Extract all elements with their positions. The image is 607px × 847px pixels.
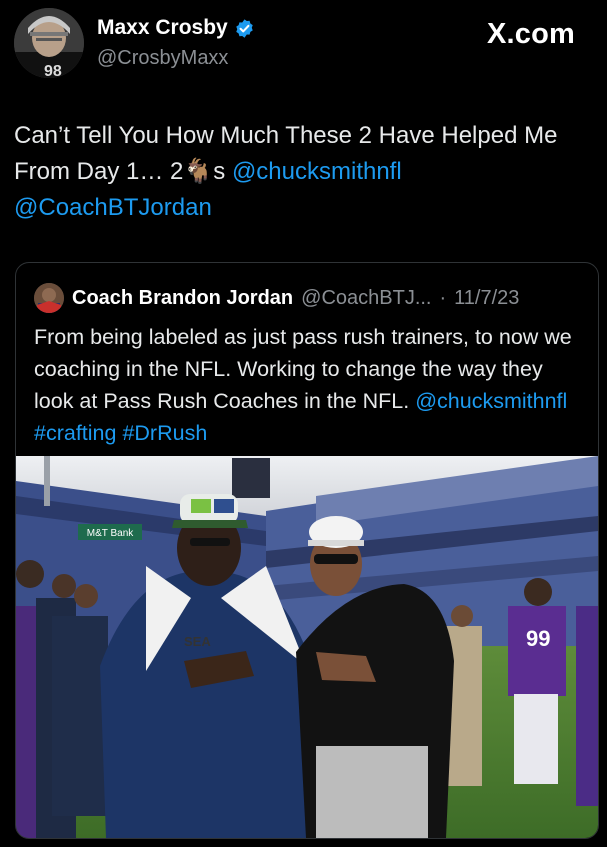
mention-link[interactable]: @CoachBTJordan xyxy=(14,194,212,221)
goat-emoji-icon: 🐐 xyxy=(183,158,214,185)
author-name-text[interactable]: Maxx Crosby xyxy=(97,16,228,40)
quoted-author-handle[interactable]: @CoachBTJ... xyxy=(301,287,431,310)
jersey-number: 99 xyxy=(526,626,550,651)
tweet-text-suffix: s xyxy=(213,158,232,185)
hashtag-link[interactable]: #crafting xyxy=(34,421,116,445)
x-logo: X.com xyxy=(487,18,576,50)
quoted-tweet[interactable]: Coach Brandon Jordan @CoachBTJ... · 11/7… xyxy=(15,262,599,839)
author-name[interactable]: Maxx Crosby xyxy=(97,16,255,40)
quoted-date[interactable]: 11/7/23 xyxy=(454,287,519,310)
quoted-author-name[interactable]: Coach Brandon Jordan xyxy=(72,287,293,310)
date-separator: · xyxy=(439,286,447,309)
svg-text:SEA: SEA xyxy=(184,634,211,649)
quoted-header: Coach Brandon Jordan @CoachBTJ... · 11/7… xyxy=(34,283,519,313)
quoted-avatar[interactable] xyxy=(34,283,64,313)
tweet-text: Can’t Tell You How Much These 2 Have Hel… xyxy=(14,118,594,226)
quoted-text: From being labeled as just pass rush tra… xyxy=(34,321,586,449)
stadium-banner: M&T Bank xyxy=(87,528,134,539)
verified-badge-icon xyxy=(234,18,255,39)
mention-link[interactable]: @chucksmithnfl xyxy=(232,158,402,185)
author-handle[interactable]: @CrosbyMaxx xyxy=(97,47,228,70)
tweet-header: 98 Maxx Crosby @CrosbyMaxx X.com xyxy=(0,0,607,90)
author-avatar[interactable]: 98 xyxy=(14,8,84,78)
stadium-photo: M&T Bank 99 SEA xyxy=(16,456,598,838)
quoted-mention-link[interactable]: @chucksmithnfl xyxy=(415,389,567,413)
quoted-photo[interactable]: M&T Bank 99 SEA xyxy=(16,456,598,838)
svg-text:98: 98 xyxy=(44,63,62,78)
hashtag-link[interactable]: #DrRush xyxy=(122,421,207,445)
